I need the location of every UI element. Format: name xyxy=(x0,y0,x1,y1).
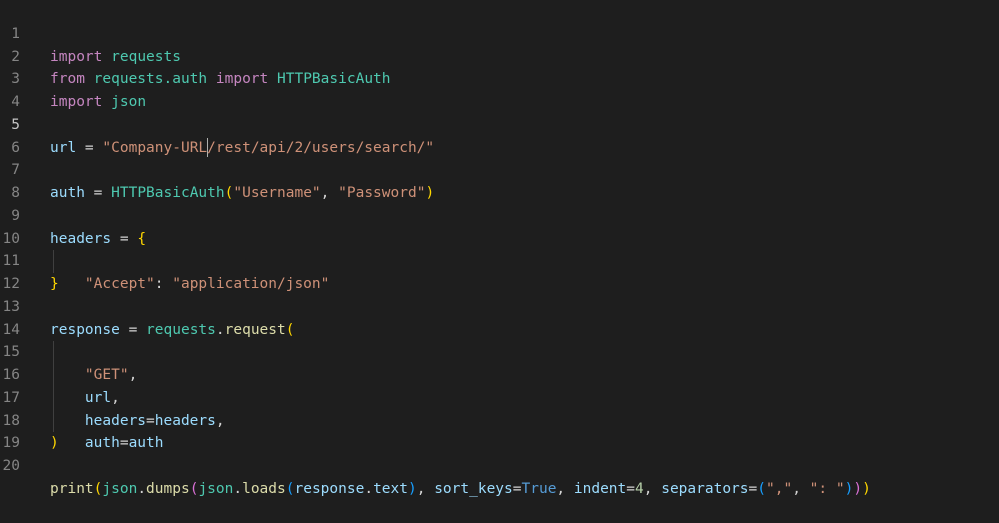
boolean-constant: True xyxy=(521,480,557,497)
code-line-12[interactable]: 12 xyxy=(0,250,999,292)
code-line-3[interactable]: 3 import json xyxy=(0,46,999,110)
number-literal: 4 xyxy=(635,480,644,497)
punctuation: . xyxy=(233,480,243,497)
code-line-5[interactable]: 5 url = "Company-URL/rest/api/2/users/se… xyxy=(0,91,999,157)
variable: response xyxy=(294,480,365,497)
attribute: text xyxy=(373,480,408,497)
code-line-8[interactable]: 8 xyxy=(0,159,999,201)
punctuation: , xyxy=(556,480,574,497)
code-line-2[interactable]: 2 from requests.auth import HTTPBasicAut… xyxy=(0,23,999,88)
code-line-7[interactable]: 7 auth = HTTPBasicAuth("Username", "Pass… xyxy=(0,137,999,201)
bracket: ( xyxy=(285,480,295,497)
code-line-4[interactable]: 4 xyxy=(0,68,999,110)
punctuation: , xyxy=(643,480,662,497)
line-content[interactable]: print(json.dumps(json.loads(response.tex… xyxy=(50,478,871,501)
code-line-19[interactable]: 19 xyxy=(0,410,999,451)
code-line-1[interactable]: 1 import requests xyxy=(0,0,999,65)
module-name: json xyxy=(102,480,138,497)
bracket: ) xyxy=(862,480,871,497)
string-literal: "," xyxy=(766,480,793,497)
code-line-6[interactable]: 6 xyxy=(0,114,999,156)
punctuation: , xyxy=(416,480,435,497)
line-number: 20 xyxy=(2,458,20,474)
punctuation: , xyxy=(792,480,810,497)
keyword-argument: sort_keys xyxy=(434,480,513,497)
code-line-13[interactable]: 13 response = requests.request( xyxy=(0,273,999,338)
operator: = xyxy=(626,480,636,497)
bracket: ( xyxy=(189,480,199,497)
bracket: ( xyxy=(93,480,103,497)
punctuation: . xyxy=(137,480,147,497)
string-literal: ": " xyxy=(809,480,845,497)
function-name: loads xyxy=(242,480,286,497)
function-name: dumps xyxy=(146,480,190,497)
code-line-11[interactable]: 11 } xyxy=(0,228,999,292)
bracket: ) xyxy=(844,480,854,497)
code-line-18[interactable]: 18 ) xyxy=(0,387,999,452)
keyword-argument: separators xyxy=(661,480,749,497)
code-line-20[interactable]: 20 print(json.dumps(json.loads(response.… xyxy=(0,432,999,497)
code-editor[interactable]: 1 import requests 2 from requests.auth i… xyxy=(0,0,999,497)
code-line-10[interactable]: 10 "Accept": "application/json" xyxy=(0,205,999,293)
code-line-9[interactable]: 9 headers = { xyxy=(0,182,999,247)
code-line-14[interactable]: 14 "GET", xyxy=(0,296,999,384)
function-name: print xyxy=(50,480,94,497)
code-line-15[interactable]: 15 url, xyxy=(0,319,999,406)
keyword-argument: indent xyxy=(573,480,627,497)
operator: = xyxy=(748,480,758,497)
code-line-16[interactable]: 16 headers=headers, xyxy=(0,341,999,429)
bracket: ) xyxy=(407,480,417,497)
bracket: ( xyxy=(757,480,766,497)
module-name: json xyxy=(198,480,234,497)
punctuation: . xyxy=(364,480,374,497)
bracket: ) xyxy=(853,480,863,497)
code-line-17[interactable]: 17 auth=auth xyxy=(0,364,999,452)
operator: = xyxy=(512,480,522,497)
